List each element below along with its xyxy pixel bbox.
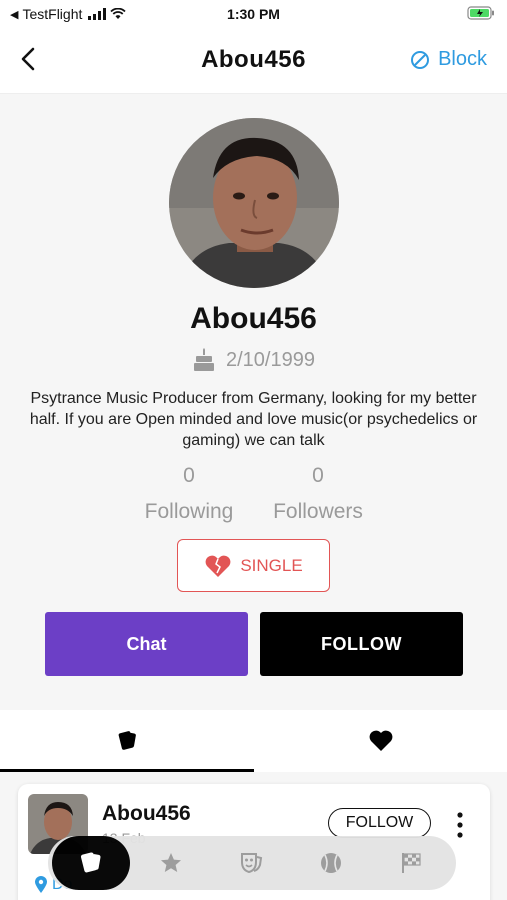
post-follow-button[interactable]: FOLLOW	[328, 808, 431, 838]
relationship-status-label: SINGLE	[240, 555, 303, 575]
chat-button[interactable]: Chat	[45, 612, 248, 676]
navigation-bar: Abou456 Block	[0, 30, 507, 94]
content-tabs	[0, 710, 507, 772]
bottom-tab-baseball[interactable]	[316, 848, 346, 878]
star-icon	[161, 853, 181, 872]
relationship-status-button[interactable]: SINGLE	[177, 539, 330, 592]
tab-likes[interactable]	[254, 710, 507, 772]
profile-username: Abou456	[190, 302, 317, 335]
heart-icon	[369, 730, 392, 751]
broken-heart-icon	[205, 555, 231, 577]
block-button[interactable]: Block	[410, 48, 487, 71]
profile-avatar[interactable]	[169, 118, 339, 288]
cards-icon	[80, 852, 101, 873]
followers-count: 0	[312, 464, 324, 487]
bottom-tab-cards[interactable]	[52, 836, 130, 890]
bottom-tab-bar	[48, 836, 456, 890]
birthdate-text: 2/10/1999	[226, 348, 315, 371]
cards-icon	[118, 731, 136, 750]
masks-icon	[241, 853, 263, 874]
following-count: 0	[183, 464, 195, 487]
bottom-tab-flag[interactable]	[396, 848, 426, 878]
baseball-icon	[321, 853, 341, 873]
following-label: Following	[144, 500, 234, 523]
bottom-tab-star[interactable]	[156, 848, 186, 878]
followers-stat[interactable]: 0 Followers	[248, 464, 388, 524]
post-author-name[interactable]: Abou456	[102, 802, 191, 826]
location-pin-icon	[35, 876, 47, 893]
birthday-cake-icon	[194, 348, 214, 371]
status-bar: ◀ TestFlight 1:30 PM	[0, 0, 507, 30]
followers-label: Followers	[273, 500, 363, 523]
profile-section: Abou456 2/10/1999 Psytrance Music Produc…	[0, 94, 507, 710]
battery-icon	[467, 6, 495, 25]
more-options-icon[interactable]	[450, 810, 470, 840]
checkered-flag-icon	[402, 853, 421, 873]
following-stat[interactable]: 0 Following	[119, 464, 259, 524]
tab-posts[interactable]	[0, 710, 253, 772]
block-icon	[411, 50, 430, 69]
follow-button[interactable]: FOLLOW	[260, 612, 463, 676]
bottom-tab-masks[interactable]	[236, 848, 266, 878]
status-time: 1:30 PM	[227, 6, 280, 22]
profile-birthdate-row: 2/10/1999	[0, 348, 507, 372]
block-label: Block	[438, 48, 487, 70]
profile-bio: Psytrance Music Producer from Germany, l…	[29, 390, 478, 449]
